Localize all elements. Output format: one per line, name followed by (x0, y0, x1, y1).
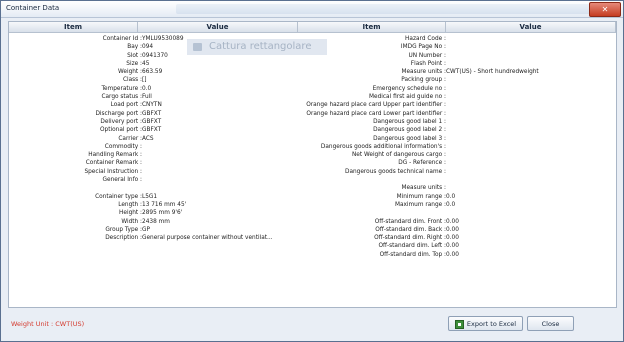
detail-row: Dangerous good label 1 : (9, 118, 616, 126)
background-taskbar-ghost (176, 4, 596, 14)
detail-label: Orange hazard place card Upper part iden… (306, 102, 446, 109)
detail-value: 0.00 (446, 251, 459, 258)
column-header-value-right[interactable]: Value (446, 22, 616, 33)
detail-row: Dangerous goods additional information's… (9, 143, 616, 151)
container-details-grid: Item Value Item Value Container Id : YMLU… (8, 21, 617, 308)
detail-label: DG - Reference : (398, 160, 446, 167)
detail-value: 0.0 (446, 193, 456, 200)
detail-label: Hazard Code : (405, 36, 446, 42)
close-button[interactable]: Close (527, 316, 574, 331)
detail-value: 0.00 (446, 218, 459, 225)
detail-value: 0.00 (446, 226, 459, 233)
export-to-excel-button[interactable]: Export to Excel (448, 316, 523, 331)
right-details-list: Hazard Code : IMDG Page No : UN Number : Fl… (9, 35, 616, 259)
export-button-label: Export to Excel (466, 320, 517, 328)
detail-row: Off-standard dim. Left :0.00 (9, 242, 616, 250)
detail-label: Medical first aid guide no : (369, 94, 446, 101)
detail-row: Maximum range :0.0 (9, 201, 616, 209)
detail-value: 0.0 (446, 201, 456, 208)
detail-label: Dangerous good label 1 : (373, 118, 446, 125)
detail-row (9, 176, 616, 184)
detail-label: Minimum range : (396, 193, 446, 200)
detail-row: Packing group : (9, 76, 616, 84)
window-close-button[interactable]: ✕ (589, 2, 621, 17)
column-header-value-left[interactable]: Value (138, 22, 298, 33)
detail-label: Measure units : (401, 69, 446, 76)
detail-row: Off-standard dim. Front :0.00 (9, 218, 616, 226)
column-header-item-right[interactable]: Item (298, 22, 446, 33)
detail-label: Maximum range : (394, 201, 446, 208)
detail-row: Medical first aid guide no : (9, 93, 616, 101)
detail-label: Off-standard dim. Top : (379, 251, 446, 258)
detail-label: Dangerous good label 2 : (373, 127, 446, 134)
detail-row: Net Weight of dangerous cargo : (9, 151, 616, 159)
detail-row: Emergency schedule no : (9, 85, 616, 93)
detail-row: Minimum range :0.0 (9, 193, 616, 201)
detail-label: Orange hazard place card Lower part iden… (306, 110, 446, 117)
detail-row: Off-standard dim. Right :0.00 (9, 234, 616, 242)
detail-label: UN Number : (408, 52, 446, 59)
detail-label: Off-standard dim. Front : (374, 218, 446, 225)
detail-row: DG - Reference : (9, 159, 616, 167)
detail-label: Emergency schedule no : (372, 85, 446, 92)
detail-label: Dangerous goods additional information's… (320, 143, 446, 150)
detail-label: Off-standard dim. Back : (375, 226, 446, 233)
detail-label: Dangerous goods technical name : (344, 168, 446, 175)
detail-label: IMDG Page No : (400, 44, 446, 51)
window-title: Container Data (6, 4, 60, 12)
column-header-item-left[interactable]: Item (9, 22, 138, 33)
weight-unit-label: Weight Unit : CWT(US) (11, 320, 85, 328)
detail-row: Dangerous good label 2 : (9, 126, 616, 134)
detail-label: Dangerous good label 3 : (373, 135, 446, 142)
detail-label: Off-standard dim. Left : (378, 243, 446, 250)
detail-label: Flash Point : (410, 60, 446, 67)
detail-row: Flash Point : (9, 60, 616, 68)
detail-row: Measure units : (9, 184, 616, 192)
footer-bar: Weight Unit : CWT(US) Export to Excel Cl… (8, 311, 615, 337)
detail-row (9, 209, 616, 217)
detail-value: 0.00 (446, 243, 459, 250)
detail-row: Off-standard dim. Back :0.00 (9, 226, 616, 234)
detail-label: Packing group : (401, 77, 446, 84)
detail-row: Measure units : CWT(US) - Short hundredwe… (9, 68, 616, 76)
detail-value: CWT(US) - Short hundredweight (446, 69, 539, 76)
column-headers: Item Value Item Value (9, 22, 616, 33)
detail-value: 0.00 (446, 235, 459, 242)
screen-capture-overlay: Cattura rettangolare (187, 39, 327, 55)
close-icon: ✕ (601, 5, 609, 14)
excel-icon (455, 320, 464, 329)
detail-row: Off-standard dim. Top :0.00 (9, 251, 616, 259)
detail-row: Orange hazard place card Lower part iden… (9, 110, 616, 118)
detail-row: Orange hazard place card Upper part iden… (9, 101, 616, 109)
detail-label: Measure units : (401, 185, 446, 192)
detail-row: Dangerous goods technical name : (9, 168, 616, 176)
detail-label: Off-standard dim. Right : (374, 235, 446, 242)
title-bar: Container Data ✕ (1, 1, 623, 18)
detail-row: Dangerous good label 3 : (9, 135, 616, 143)
container-data-window: Container Data ✕ Item Value Item Value C… (0, 0, 624, 342)
detail-label: Net Weight of dangerous cargo : (351, 152, 446, 159)
